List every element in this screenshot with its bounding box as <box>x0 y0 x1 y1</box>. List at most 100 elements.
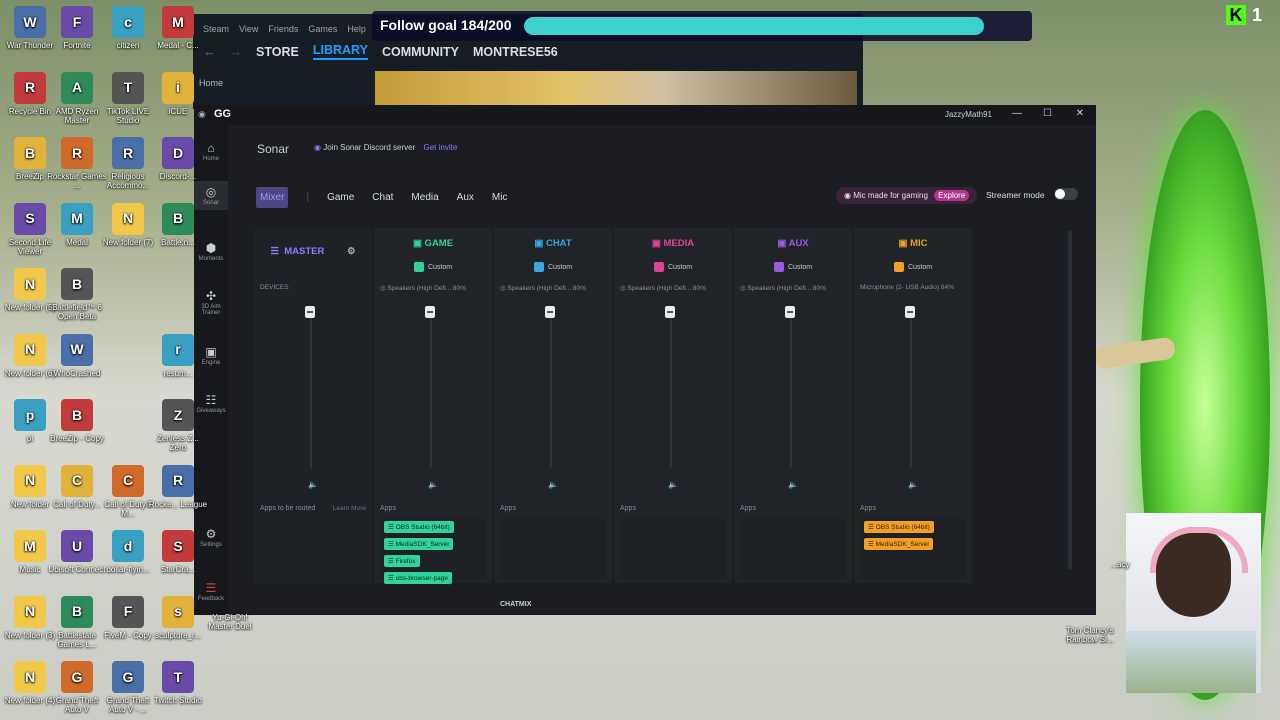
app-icon: B <box>162 202 194 235</box>
channel-title[interactable]: ▣ MIC <box>854 238 972 249</box>
steam-tab-profile[interactable]: MONTRESE56 <box>473 45 558 59</box>
desktop-icon[interactable]: W WhoCrashed <box>47 333 107 378</box>
app-icon: F <box>61 6 93 38</box>
desktop-icon[interactable]: i iCUE <box>148 71 208 116</box>
speaker-icon[interactable]: 🔈 <box>548 480 558 489</box>
apps-label: Apps <box>500 505 516 512</box>
steam-menu-view[interactable]: View <box>239 24 258 34</box>
routed-app-chip[interactable]: ☰ OBS Studio (64bit) <box>384 521 454 533</box>
channel-volume-knob[interactable] <box>905 306 915 318</box>
speaker-icon[interactable]: 🔈 <box>788 480 798 489</box>
channel-preset[interactable]: Custom <box>734 262 852 272</box>
channel-volume-knob[interactable] <box>545 306 555 318</box>
channel-preset[interactable]: Custom <box>494 262 612 272</box>
tab-game[interactable]: Game <box>327 192 354 203</box>
steam-menu-help[interactable]: Help <box>347 24 366 34</box>
speaker-icon[interactable]: 🔈 <box>908 480 918 489</box>
tab-media[interactable]: Media <box>411 192 438 203</box>
desktop-icon[interactable]: Yu-Gi-Oh! Master Duel <box>200 613 260 631</box>
close-icon[interactable]: ✕ <box>1076 108 1084 119</box>
channel-volume-slider[interactable] <box>665 306 675 468</box>
channel-volume-slider[interactable] <box>905 306 915 468</box>
channel-preset[interactable]: Custom <box>374 262 492 272</box>
steam-menu-friends[interactable]: Friends <box>268 24 298 34</box>
channel-volume-knob[interactable] <box>785 306 795 318</box>
chatmix-label: CHATMIX <box>500 601 532 608</box>
master-settings-gear-icon[interactable]: ⚙ <box>347 246 356 257</box>
routed-app-chip[interactable]: ☰ MediaSDK_Server <box>384 538 454 550</box>
channel-title[interactable]: ▣ AUX <box>734 238 852 249</box>
desktop-icon[interactable]: D Discord-... <box>148 137 208 181</box>
master-speaker-icon[interactable]: 🔈 <box>308 480 318 489</box>
speaker-icon[interactable]: 🔈 <box>668 480 678 489</box>
desktop-icon[interactable]: Z Zenless Z... Zero <box>148 399 208 452</box>
channel-volume-slider[interactable] <box>545 306 555 468</box>
learn-more-link[interactable]: Learn More <box>333 505 366 512</box>
mixer-channels: ☰ MASTER ⚙ DEVICES 🔈 Apps to be routed L… <box>254 228 998 598</box>
channel-preset[interactable]: Custom <box>614 262 732 272</box>
desktop-icon[interactable]: R Rocke... League <box>148 464 208 509</box>
desktop-icon[interactable]: T Twitch Studio <box>148 661 208 705</box>
routed-app-chip[interactable]: ☰ Firefox <box>384 555 420 567</box>
desktop-icon[interactable]: S StarCra... <box>148 530 208 574</box>
master-sliders-icon: ☰ <box>270 246 279 257</box>
tab-aux[interactable]: Aux <box>457 192 474 203</box>
desktop-icon[interactable]: s sculpture_r... <box>148 595 208 640</box>
tab-mixer[interactable]: Mixer <box>256 187 289 208</box>
steelseries-gg-window: ◉ GG JazzyMath91 — ☐ ✕ ⌂ Home ◎ Sonar ⬢ Mom… <box>194 105 1096 615</box>
desktop-icon[interactable]: Tom Clancy's Rainbow Si... <box>1060 626 1120 644</box>
minimize-icon[interactable]: — <box>1012 108 1022 119</box>
channel-volume-knob[interactable] <box>425 306 435 318</box>
master-volume-knob[interactable] <box>305 306 315 318</box>
app-icon: A <box>61 71 93 104</box>
desktop-icon[interactable]: B Battlefield™ 6 Open Beta <box>47 268 107 321</box>
desktop-icon[interactable]: B BreeZip - Copy <box>47 399 107 443</box>
channel-output-device[interactable]: ◎ Speakers (High Defi... 80% <box>380 284 466 292</box>
sidebar-item-aim-trainer[interactable]: ✣ 3D Aim Trainer <box>194 289 228 316</box>
speaker-icon[interactable]: 🔈 <box>428 480 438 489</box>
maximize-icon[interactable]: ☐ <box>1043 108 1052 119</box>
discord-icon: ◉ <box>314 143 321 152</box>
app-icon: r <box>162 333 194 366</box>
channel-title[interactable]: ▣ MEDIA <box>614 238 732 249</box>
steam-game-banner[interactable] <box>375 71 857 109</box>
steam-tab-community[interactable]: COMMUNITY <box>382 45 459 59</box>
channel-title[interactable]: ▣ GAME <box>374 238 492 249</box>
forward-arrow-icon[interactable]: → <box>230 45 243 59</box>
channel-volume-knob[interactable] <box>665 306 675 318</box>
streamer-mode-label: Streamer mode <box>986 190 1045 200</box>
channel-output-device[interactable]: ◎ Speakers (High Defi... 80% <box>500 284 586 292</box>
channel-output-device[interactable]: Microphone (2- USB Audio) 84% <box>860 284 954 291</box>
gg-username[interactable]: JazzyMath91 <box>945 110 992 119</box>
routed-app-chip[interactable]: ☰ OBS Studio (64bit) <box>864 521 934 533</box>
streamer-mode-toggle[interactable] <box>1054 188 1078 200</box>
steam-menu-games[interactable]: Games <box>308 24 337 34</box>
steam-tab-library[interactable]: LIBRARY <box>312 43 368 60</box>
mic-promo-pill[interactable]: ◉ Mic made for gaming Explore <box>836 187 978 204</box>
desktop-icon-label: Battle.n... <box>161 237 195 247</box>
routed-app-chip[interactable]: ☰ MediaSDK_Server <box>864 538 934 550</box>
steam-tab-store[interactable]: STORE <box>256 45 299 59</box>
tab-mic[interactable]: Mic <box>492 192 508 203</box>
mic-promo-explore[interactable]: Explore <box>934 190 970 201</box>
routed-app-chip[interactable]: ☰ obs-browser-page <box>384 572 453 584</box>
channel-output-device[interactable]: ◎ Speakers (High Defi... 80% <box>620 284 706 292</box>
channel-output-device[interactable]: ◎ Speakers (High Defi... 80% <box>740 284 826 292</box>
discord-banner: ◉ Join Sonar Discord server Get invite <box>314 143 458 152</box>
app-icon: B <box>61 595 93 628</box>
discord-get-invite-link[interactable]: Get invite <box>424 143 458 152</box>
channel-volume-slider[interactable] <box>425 306 435 468</box>
desktop-icon[interactable]: r resum... <box>148 333 208 378</box>
apps-list: ☰ OBS Studio (64bit) ☰ MediaSDK_Server <box>860 518 966 580</box>
gg-scrollbar[interactable] <box>1068 230 1072 570</box>
channel-preset[interactable]: Custom <box>854 262 972 272</box>
tab-chat[interactable]: Chat <box>372 192 393 203</box>
channel-volume-slider[interactable] <box>785 306 795 468</box>
desktop-icon[interactable]: B Battle.n... <box>148 202 208 247</box>
desktop-icon[interactable]: M Medal - C... <box>148 6 208 50</box>
desktop-icon[interactable]: ...acy <box>1090 560 1150 569</box>
desktop-icon-label: Medal - C... <box>157 41 199 50</box>
channel-title[interactable]: ▣ CHAT <box>494 238 612 249</box>
master-volume-slider[interactable] <box>305 306 315 468</box>
app-icon: W <box>14 6 46 38</box>
